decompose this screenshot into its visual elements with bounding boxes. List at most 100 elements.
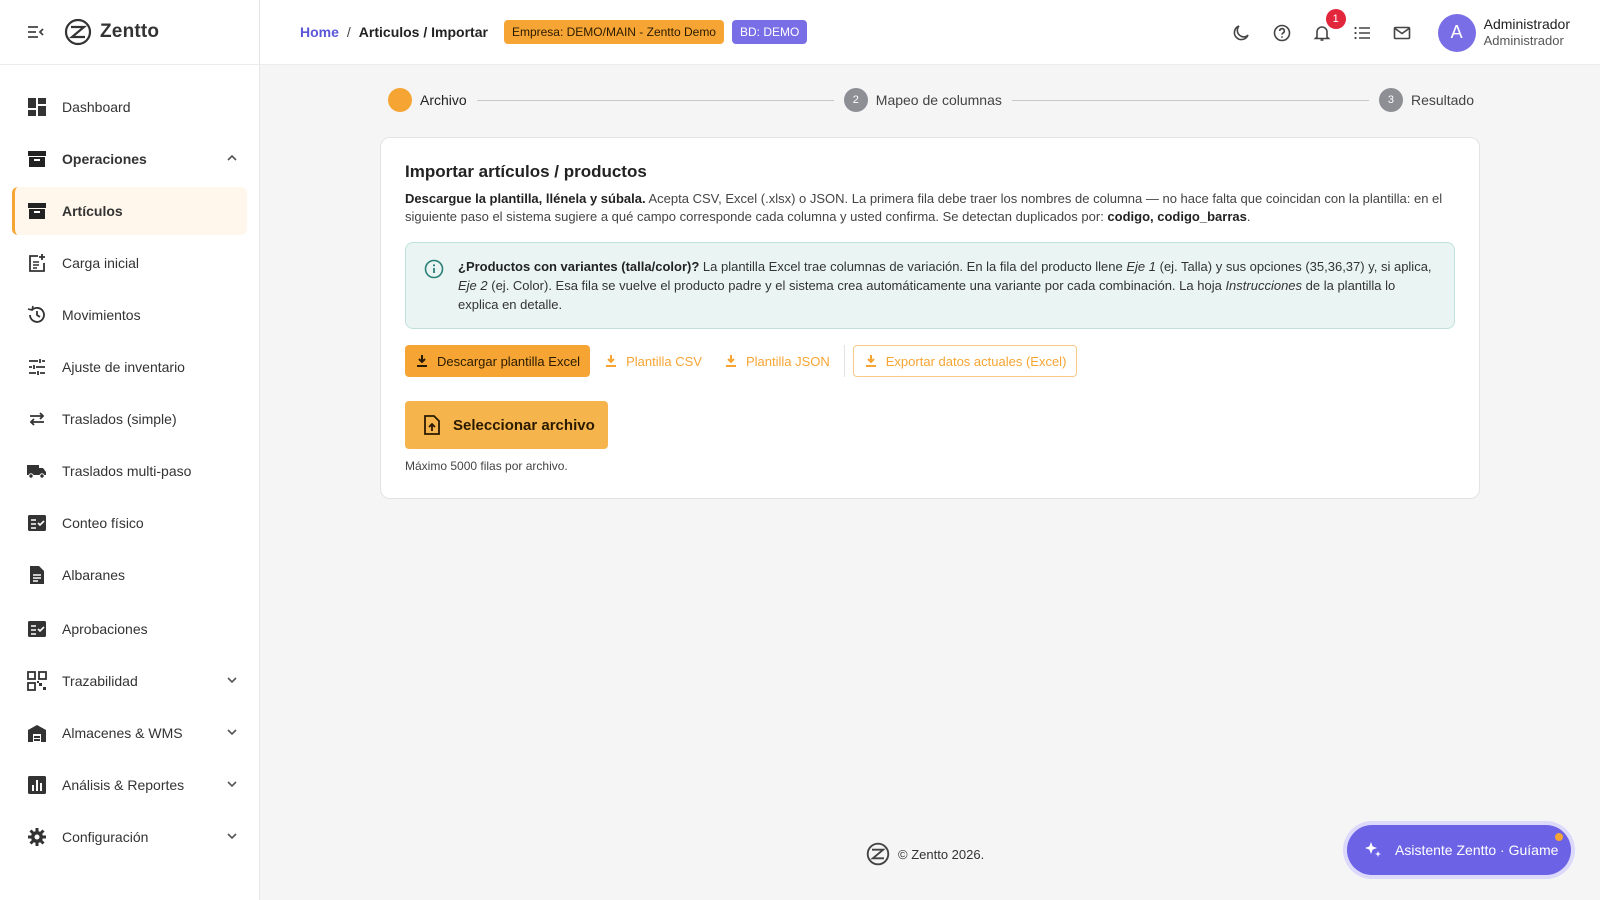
sidebar-item-carga-inicial[interactable]: Carga inicial <box>12 239 247 287</box>
brand-name: Zentto <box>100 21 160 42</box>
sidebar-item-configuracion[interactable]: Configuración <box>12 813 247 861</box>
import-stepper: Archivo 2 Mapeo de columnas 3 Resultado <box>388 87 1474 113</box>
company-badge: Empresa: DEMO/MAIN - Zentto Demo <box>503 20 724 44</box>
tune-icon <box>26 356 48 378</box>
json-template-button[interactable]: Plantilla JSON <box>716 345 838 377</box>
chevron-down-icon <box>227 677 237 684</box>
chevron-down-icon <box>227 833 237 840</box>
sidebar: Zentto Dashboard Operaciones Artículos C… <box>0 0 260 900</box>
user-name: Administrador <box>1483 15 1570 32</box>
select-file-button[interactable]: Seleccionar archivo <box>405 401 608 449</box>
list-icon[interactable] <box>1350 21 1374 45</box>
duplicate-keys: codigo, codigo_barras <box>1107 209 1247 224</box>
help-icon[interactable] <box>1270 21 1294 45</box>
csv-template-button[interactable]: Plantilla CSV <box>596 345 710 377</box>
sidebar-item-aprobaciones[interactable]: Aprobaciones <box>12 605 247 653</box>
sidebar-item-trazabilidad[interactable]: Trazabilidad <box>12 657 247 705</box>
info-icon <box>424 259 444 279</box>
sidebar-nav: Dashboard Operaciones Artículos Carga in… <box>0 65 259 861</box>
page-title: Importar artículos / productos <box>405 162 647 181</box>
description-bold: Descargue la plantilla, llénela y súbala… <box>405 191 646 206</box>
step-archivo: Archivo <box>388 88 467 112</box>
variants-info-alert: ¿Productos con variantes (talla/color)? … <box>405 242 1455 329</box>
download-icon <box>606 355 617 367</box>
assistant-label: Asistente Zentto · Guíame <box>1395 842 1559 858</box>
chart-icon <box>26 774 48 796</box>
user-info: Administrador Administrador <box>1484 16 1570 50</box>
zentto-logo-icon <box>64 18 92 46</box>
user-menu[interactable]: A Administrador Administrador <box>1437 13 1570 52</box>
sidebar-item-label: Dashboard <box>62 99 131 115</box>
sidebar-item-almacenes[interactable]: Almacenes & WMS <box>12 709 247 757</box>
divider <box>843 345 845 377</box>
sidebar-item-label: Ajuste de inventario <box>62 359 185 375</box>
step-connector <box>476 99 834 101</box>
sidebar-item-movimientos[interactable]: Movimientos <box>12 291 247 339</box>
user-role: Administrador <box>1483 33 1564 49</box>
moon-icon[interactable] <box>1230 21 1254 45</box>
sidebar-item-label: Análisis & Reportes <box>62 777 185 793</box>
warehouse-icon <box>26 722 48 744</box>
archive-icon <box>26 148 48 170</box>
button-label: Plantilla JSON <box>745 353 830 369</box>
download-icon <box>725 355 736 367</box>
breadcrumb-separator: / <box>346 24 351 40</box>
sidebar-item-traslados-multipaso[interactable]: Traslados multi-paso <box>12 447 247 495</box>
info-text-2: (ej. Talla) y sus opciones (35,36,37) y,… <box>1156 259 1432 274</box>
chevron-down-icon <box>227 729 237 736</box>
sidebar-item-label: Traslados multi-paso <box>62 463 192 479</box>
info-em-axis1: Eje 1 <box>1126 259 1156 274</box>
history-icon <box>26 304 48 326</box>
button-label: Descargar plantilla Excel <box>437 353 581 369</box>
download-icon <box>865 355 876 367</box>
sidebar-item-articulos[interactable]: Artículos <box>12 187 247 235</box>
bell-icon[interactable]: 1 <box>1310 8 1346 45</box>
mail-icon[interactable] <box>1390 21 1414 45</box>
sidebar-item-dashboard[interactable]: Dashboard <box>12 83 247 131</box>
breadcrumb: Home / Articulos / Importar <box>300 24 488 40</box>
copyright-text: © Zentto 2026. <box>898 846 985 862</box>
step-connector <box>1011 99 1369 101</box>
post-add-icon <box>26 252 48 274</box>
sidebar-item-operaciones[interactable]: Operaciones <box>12 135 247 183</box>
menu-collapse-icon[interactable] <box>26 22 46 42</box>
archive-icon <box>26 200 48 222</box>
upload-file-icon <box>424 415 440 435</box>
info-text-1: La plantilla Excel trae columnas de vari… <box>699 259 1127 274</box>
import-description: Descargue la plantilla, llénela y súbala… <box>405 190 1455 226</box>
step-label: Archivo <box>420 92 467 108</box>
sidebar-item-label: Conteo físico <box>62 515 144 531</box>
assistant-status-dot <box>1555 833 1563 841</box>
sidebar-item-albaranes[interactable]: Albaranes <box>12 551 247 599</box>
avatar: A <box>1437 13 1476 52</box>
template-actions: Descargar plantilla Excel Plantilla CSV … <box>405 345 1455 377</box>
breadcrumb-current: Articulos / Importar <box>358 24 488 40</box>
breadcrumb-home-link[interactable]: Home <box>300 24 339 40</box>
sidebar-item-ajuste-inventario[interactable]: Ajuste de inventario <box>12 343 247 391</box>
truck-icon <box>26 460 48 482</box>
qr-icon <box>26 670 48 692</box>
brand-bar: Zentto <box>0 0 259 65</box>
sidebar-item-label: Movimientos <box>62 307 141 323</box>
fact-check-icon <box>26 512 48 534</box>
info-em-axis2: Eje 2 <box>458 278 488 293</box>
assistant-button[interactable]: Asistente Zentto · Guíame <box>1347 825 1571 875</box>
approval-icon <box>26 618 48 640</box>
sidebar-item-label: Operaciones <box>62 151 147 167</box>
zentto-logo-icon <box>866 842 890 866</box>
sidebar-item-analisis-reportes[interactable]: Análisis & Reportes <box>12 761 247 809</box>
chevron-up-icon <box>227 154 237 161</box>
sidebar-item-label: Configuración <box>62 829 149 845</box>
button-label: Exportar datos actuales (Excel) <box>885 353 1067 369</box>
step-number: 2 <box>843 88 868 112</box>
download-excel-template-button[interactable]: Descargar plantilla Excel <box>405 345 591 377</box>
download-icon <box>417 355 427 367</box>
sidebar-item-label: Trazabilidad <box>62 673 138 689</box>
export-current-data-button[interactable]: Exportar datos actuales (Excel) <box>852 345 1078 377</box>
swap-icon <box>26 408 48 430</box>
footer: © Zentto 2026. <box>866 842 984 866</box>
info-em-sheet: Instrucciones <box>1225 278 1303 293</box>
sidebar-item-conteo-fisico[interactable]: Conteo físico <box>12 499 247 547</box>
step-label: Resultado <box>1410 92 1474 108</box>
sidebar-item-traslados-simple[interactable]: Traslados (simple) <box>12 395 247 443</box>
